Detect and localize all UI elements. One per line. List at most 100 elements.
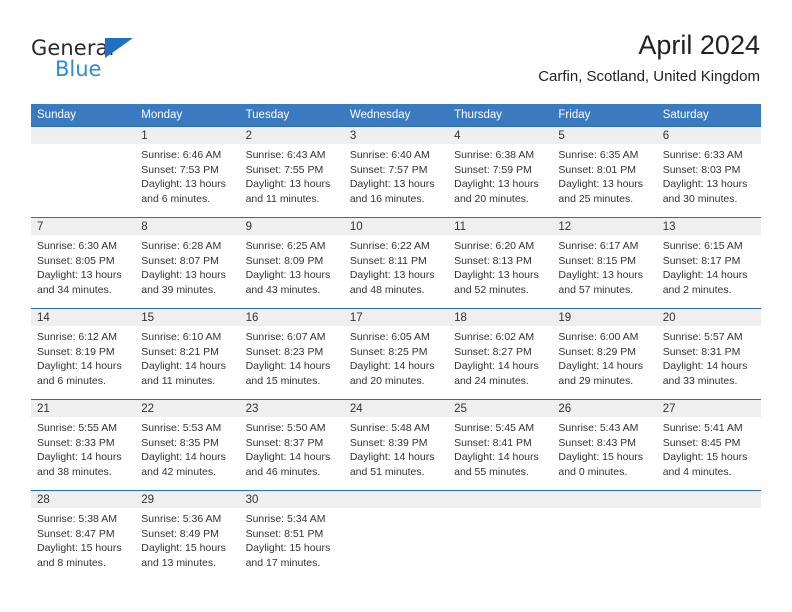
daylight-text-line1: Daylight: 13 hours xyxy=(245,269,331,282)
day-cell[interactable]: Sunrise: 6:43 AM Sunset: 7:55 PM Dayligh… xyxy=(240,144,344,217)
day-cell[interactable] xyxy=(552,508,656,578)
day-cell[interactable] xyxy=(448,508,552,578)
day-number: 14 xyxy=(37,312,50,324)
weekday-header-friday: Friday xyxy=(558,109,591,121)
sunset-text: Sunset: 7:57 PM xyxy=(349,163,428,176)
day-cell[interactable]: Sunrise: 6:20 AM Sunset: 8:13 PM Dayligh… xyxy=(448,235,552,308)
day-cell[interactable]: Sunrise: 5:38 AM Sunset: 8:47 PM Dayligh… xyxy=(31,508,135,578)
day-cell[interactable]: Sunrise: 5:55 AM Sunset: 8:33 PM Dayligh… xyxy=(31,417,135,490)
day-cell[interactable]: Sunrise: 5:57 AM Sunset: 8:31 PM Dayligh… xyxy=(657,326,761,399)
day-cell[interactable]: Sunrise: 6:02 AM Sunset: 8:27 PM Dayligh… xyxy=(448,326,552,399)
weekday-header-thursday: Thursday xyxy=(454,109,503,121)
day-cell[interactable]: Sunrise: 6:22 AM Sunset: 8:11 PM Dayligh… xyxy=(344,235,448,308)
daylight-text-line1: Daylight: 14 hours xyxy=(662,360,748,373)
sunrise-text: Sunrise: 5:53 AM xyxy=(141,422,222,434)
day-cell[interactable]: Sunrise: 6:15 AM Sunset: 8:17 PM Dayligh… xyxy=(657,235,761,308)
daylight-text-line1: Daylight: 13 hours xyxy=(141,178,226,191)
day-cell[interactable] xyxy=(657,508,761,578)
sunrise-text: Sunrise: 6:40 AM xyxy=(349,149,430,161)
day-number: 27 xyxy=(662,403,676,415)
sunset-text: Sunset: 8:39 PM xyxy=(349,436,428,449)
daylight-text-line2: and 29 minutes. xyxy=(558,374,634,387)
sunrise-text: Sunrise: 5:57 AM xyxy=(662,331,743,343)
day-cell[interactable]: Sunrise: 6:25 AM Sunset: 8:09 PM Dayligh… xyxy=(240,235,344,308)
daylight-text-line2: and 43 minutes. xyxy=(245,283,321,296)
daylight-text-line1: Daylight: 13 hours xyxy=(454,269,539,282)
day-number: 2 xyxy=(245,130,252,142)
sunset-text: Sunset: 8:17 PM xyxy=(662,254,741,267)
day-number: 17 xyxy=(349,312,363,324)
day-cell[interactable]: Sunrise: 5:50 AM Sunset: 8:37 PM Dayligh… xyxy=(240,417,344,490)
day-number-band: 7 8 9 10 11 12 13 xyxy=(31,218,761,235)
day-cell[interactable]: Sunrise: 6:46 AM Sunset: 7:53 PM Dayligh… xyxy=(135,144,239,217)
day-cell[interactable]: Sunrise: 6:10 AM Sunset: 8:21 PM Dayligh… xyxy=(135,326,239,399)
daylight-text-line1: Daylight: 14 hours xyxy=(37,451,122,464)
calendar-week-row: 7 8 9 10 11 12 13 Sunrise: 6:30 AM Sunse… xyxy=(31,217,761,308)
weekday-header-tuesday: Tuesday xyxy=(245,109,290,121)
daylight-text-line2: and 48 minutes. xyxy=(349,283,425,296)
day-cell[interactable]: Sunrise: 5:43 AM Sunset: 8:43 PM Dayligh… xyxy=(552,417,656,490)
daylight-text-line2: and 46 minutes. xyxy=(245,465,321,478)
day-cell[interactable]: Sunrise: 5:48 AM Sunset: 8:39 PM Dayligh… xyxy=(344,417,448,490)
sunrise-text: Sunrise: 6:46 AM xyxy=(141,149,222,161)
day-cell[interactable] xyxy=(344,508,448,578)
sunset-text: Sunset: 8:23 PM xyxy=(245,345,324,358)
daylight-text-line1: Daylight: 13 hours xyxy=(454,178,539,191)
daylight-text-line2: and 17 minutes. xyxy=(245,556,321,569)
day-cell[interactable]: Sunrise: 6:28 AM Sunset: 8:07 PM Dayligh… xyxy=(135,235,239,308)
daylight-text-line1: Daylight: 14 hours xyxy=(37,360,122,373)
day-cell[interactable] xyxy=(31,144,135,217)
day-cell[interactable]: Sunrise: 6:35 AM Sunset: 8:01 PM Dayligh… xyxy=(552,144,656,217)
sunset-text: Sunset: 8:27 PM xyxy=(454,345,532,358)
day-cell[interactable]: Sunrise: 5:53 AM Sunset: 8:35 PM Dayligh… xyxy=(135,417,239,490)
day-number: 13 xyxy=(662,221,676,233)
generalblue-logo[interactable]: General Blue xyxy=(31,36,251,92)
daylight-text-line1: Daylight: 13 hours xyxy=(349,178,435,191)
daylight-text-line2: and 20 minutes. xyxy=(454,192,529,205)
weekday-header-row: Sunday Monday Tuesday Wednesday Thursday… xyxy=(31,104,761,126)
daylight-text-line2: and 24 minutes. xyxy=(454,374,529,387)
sunrise-text: Sunrise: 5:41 AM xyxy=(662,422,743,434)
day-cell[interactable]: Sunrise: 6:40 AM Sunset: 7:57 PM Dayligh… xyxy=(344,144,448,217)
daylight-text-line1: Daylight: 15 hours xyxy=(558,451,644,464)
day-number: 20 xyxy=(662,312,676,324)
sunrise-text: Sunrise: 6:25 AM xyxy=(245,240,326,252)
sunrise-text: Sunrise: 5:45 AM xyxy=(454,422,535,434)
daylight-text-line2: and 33 minutes. xyxy=(662,374,738,387)
day-cell[interactable]: Sunrise: 5:45 AM Sunset: 8:41 PM Dayligh… xyxy=(448,417,552,490)
daylight-text-line1: Daylight: 13 hours xyxy=(245,178,331,191)
sunset-text: Sunset: 8:33 PM xyxy=(37,436,115,449)
day-cell[interactable]: Sunrise: 6:00 AM Sunset: 8:29 PM Dayligh… xyxy=(552,326,656,399)
daylight-text-line2: and 11 minutes. xyxy=(245,192,320,205)
day-number: 16 xyxy=(245,312,259,324)
day-number: 29 xyxy=(141,494,155,506)
day-cell[interactable]: Sunrise: 6:17 AM Sunset: 8:15 PM Dayligh… xyxy=(552,235,656,308)
day-cell[interactable]: Sunrise: 5:41 AM Sunset: 8:45 PM Dayligh… xyxy=(657,417,761,490)
sunrise-text: Sunrise: 6:15 AM xyxy=(662,240,743,252)
daylight-text-line1: Daylight: 13 hours xyxy=(558,269,644,282)
daylight-text-line1: Daylight: 15 hours xyxy=(662,451,748,464)
day-cell[interactable]: Sunrise: 5:34 AM Sunset: 8:51 PM Dayligh… xyxy=(240,508,344,578)
daylight-text-line1: Daylight: 13 hours xyxy=(662,178,748,191)
day-cell[interactable]: Sunrise: 6:33 AM Sunset: 8:03 PM Dayligh… xyxy=(657,144,761,217)
sunrise-text: Sunrise: 6:43 AM xyxy=(245,149,326,161)
day-cell[interactable]: Sunrise: 6:12 AM Sunset: 8:19 PM Dayligh… xyxy=(31,326,135,399)
day-cell[interactable]: Sunrise: 6:07 AM Sunset: 8:23 PM Dayligh… xyxy=(240,326,344,399)
day-cell[interactable]: Sunrise: 6:30 AM Sunset: 8:05 PM Dayligh… xyxy=(31,235,135,308)
day-number: 26 xyxy=(558,403,572,415)
daylight-text-line1: Daylight: 14 hours xyxy=(662,269,748,282)
sunset-text: Sunset: 8:41 PM xyxy=(454,436,532,449)
day-cell[interactable]: Sunrise: 6:38 AM Sunset: 7:59 PM Dayligh… xyxy=(448,144,552,217)
week-body: Sunrise: 5:38 AM Sunset: 8:47 PM Dayligh… xyxy=(31,508,761,578)
day-number xyxy=(552,491,656,508)
daylight-text-line1: Daylight: 14 hours xyxy=(141,360,226,373)
daylight-text-line1: Daylight: 14 hours xyxy=(454,360,539,373)
daylight-text-line2: and 52 minutes. xyxy=(454,283,529,296)
day-number: 28 xyxy=(37,494,50,506)
page-title: April 2024 xyxy=(638,30,760,60)
day-cell[interactable]: Sunrise: 5:36 AM Sunset: 8:49 PM Dayligh… xyxy=(135,508,239,578)
day-number: 22 xyxy=(141,403,155,415)
sunrise-text: Sunrise: 6:00 AM xyxy=(558,331,639,343)
logo-text-blue: Blue xyxy=(55,57,102,81)
day-cell[interactable]: Sunrise: 6:05 AM Sunset: 8:25 PM Dayligh… xyxy=(344,326,448,399)
